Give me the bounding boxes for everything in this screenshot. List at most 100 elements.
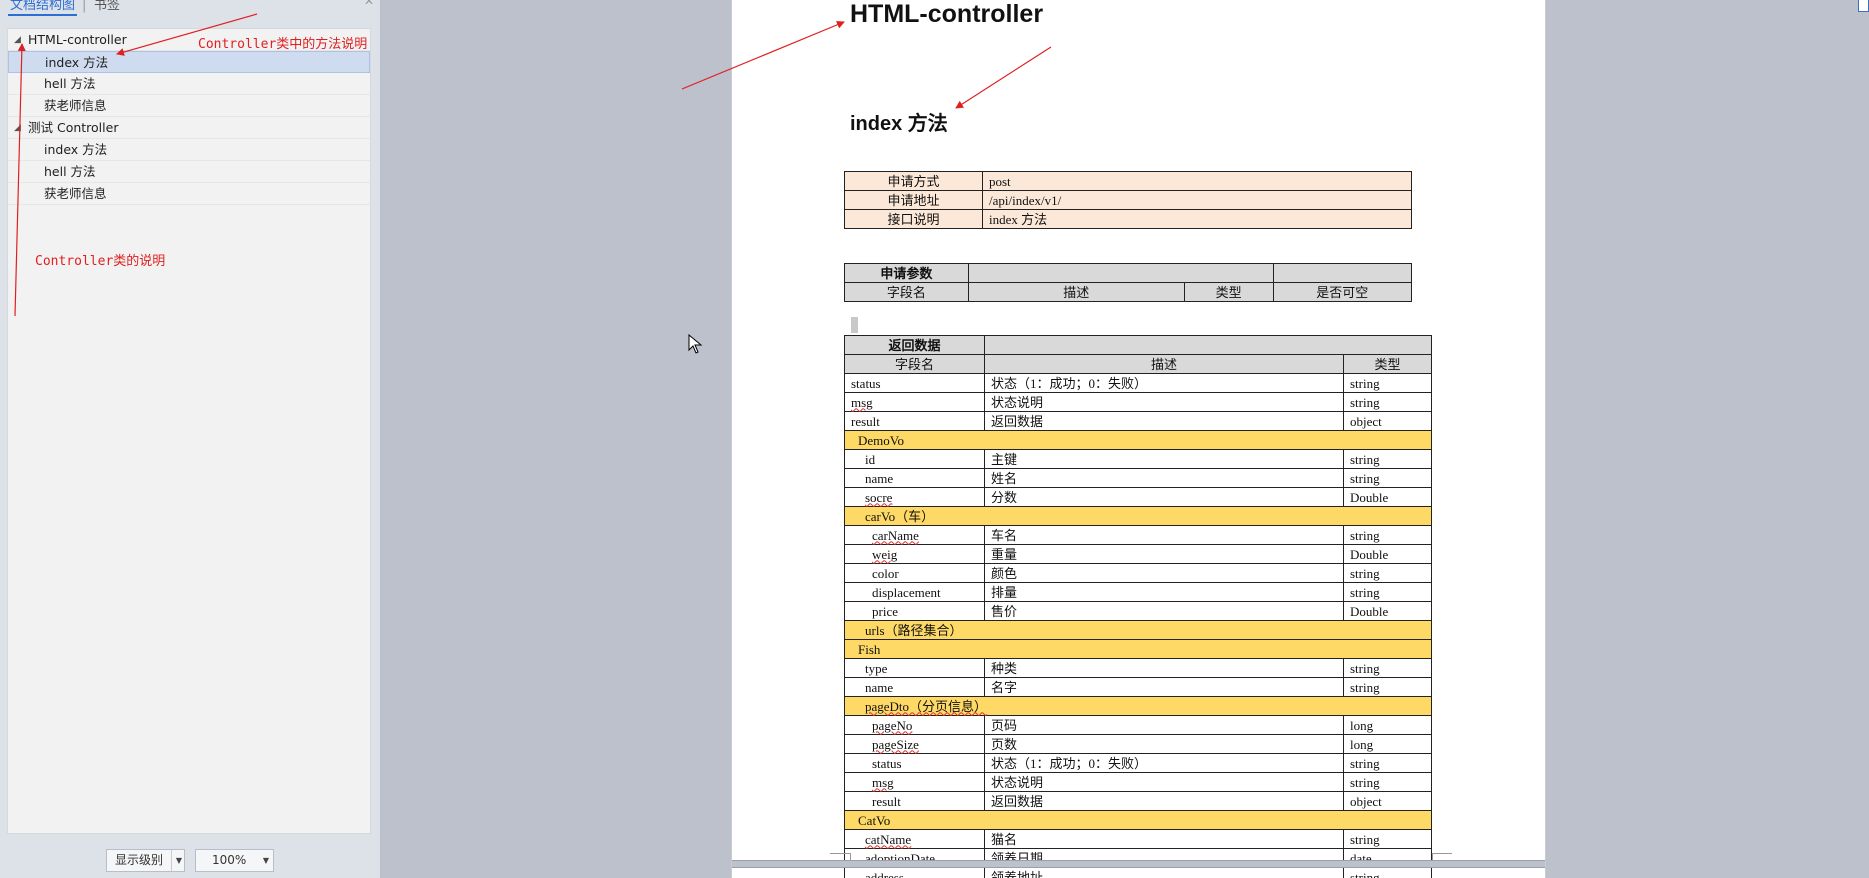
table-group-row: urls（路径集合） [844, 620, 1432, 640]
document-map-tree: ◢ HTML-controller index 方法 hell 方法 获老师信息… [7, 28, 371, 834]
field-desc: 主键 [984, 449, 1344, 469]
table-row: msg 状态说明 string [844, 392, 1432, 412]
table-cell-empty [984, 335, 1432, 355]
table-row: name 姓名 string [844, 468, 1432, 488]
table-header-row: 字段名 描述 类型 是否可空 [844, 282, 1413, 302]
field-desc: 售价 [984, 601, 1344, 621]
tree-item-label: hell 方法 [44, 164, 96, 179]
table-group-row: carVo（车） [844, 506, 1432, 526]
group-cell: urls（路径集合） [844, 620, 1432, 640]
group-cell: Fish [844, 639, 1432, 659]
field-name-cell: status [844, 373, 985, 393]
close-icon[interactable]: ✕ [364, 0, 374, 8]
tree-item-hell-method-2[interactable]: hell 方法 [8, 161, 370, 183]
field-name: pageNo [872, 717, 913, 733]
column-header: 是否可空 [1272, 282, 1413, 302]
field-name-cell: displacement [844, 582, 985, 602]
expand-triangle-icon[interactable]: ◢ [14, 29, 21, 51]
crop-mark [1432, 853, 1433, 860]
tree-item-test-controller[interactable]: ◢ 测试 Controller [8, 117, 370, 139]
field-name: msg [851, 394, 873, 410]
table-header-row: 字段名 描述 类型 [844, 354, 1432, 374]
tree-item-label: index 方法 [45, 55, 109, 70]
group-label: pageDto（分页信息） [865, 698, 988, 714]
table-cell-key: 申请方式 [844, 171, 983, 191]
field-desc: 颜色 [984, 563, 1344, 583]
field-desc: 重量 [984, 544, 1344, 564]
field-type: string [1343, 658, 1432, 678]
tab-separator: | [82, 0, 87, 13]
field-desc: 返回数据 [984, 411, 1344, 431]
field-desc: 猫名 [984, 829, 1344, 849]
field-name-cell: socre [844, 487, 985, 507]
field-name: weig [872, 546, 898, 562]
table-row: status 状态（1：成功；0：失败） string [844, 753, 1432, 773]
field-name: price [872, 603, 898, 619]
field-type: string [1343, 563, 1432, 583]
chevron-down-icon: ▼ [262, 856, 269, 865]
field-name-cell: pageSize [844, 734, 985, 754]
tree-item-index-method-2[interactable]: index 方法 [8, 139, 370, 161]
tree-item-hell-method[interactable]: hell 方法 [8, 73, 370, 95]
table-row: 接口说明 index 方法 [844, 209, 1412, 229]
field-type: long [1343, 715, 1432, 735]
field-name: result [851, 413, 880, 429]
table-title-row: 返回数据 [844, 335, 1432, 355]
tree-item-index-method[interactable]: index 方法 [8, 51, 370, 73]
tree-item-label: hell 方法 [44, 76, 96, 91]
annotation-class-note: Controller类的说明 [35, 254, 166, 269]
field-name-cell: result [844, 411, 985, 431]
zoom-dropdown[interactable]: 100% ▼ [195, 849, 274, 872]
tree-item-label: HTML-controller [28, 32, 127, 47]
field-name-cell: status [844, 753, 985, 773]
field-desc: 返回数据 [984, 791, 1344, 811]
table-row: displacement 排量 string [844, 582, 1432, 602]
field-name: address [865, 869, 904, 878]
field-desc: 名字 [984, 677, 1344, 697]
table-row: weig 重量 Double [844, 544, 1432, 564]
field-name-cell: result [844, 791, 985, 811]
scroll-handle[interactable] [1858, 0, 1869, 12]
field-name: result [872, 793, 901, 809]
table-row: color 颜色 string [844, 563, 1432, 583]
return-data-body: 返回数据 字段名 描述 类型 status 状态（1：成功；0：失败） string… [844, 335, 1432, 878]
field-name: id [865, 451, 876, 467]
request-info-table: 申请方式 post 申请地址 /api/index/v1/ 接口说明 index… [844, 171, 1412, 229]
table-title-row: 申请参数 [844, 263, 1413, 283]
column-header: 描述 [984, 354, 1344, 374]
tree-item-teacher-info[interactable]: 获老师信息 [8, 95, 370, 117]
field-desc: 状态说明 [984, 392, 1344, 412]
field-name-cell: msg [844, 772, 985, 792]
field-name: name [865, 470, 894, 486]
field-desc: 状态说明 [984, 772, 1344, 792]
display-level-dropdown[interactable]: 显示级别 ▼ [106, 849, 185, 872]
field-name: catName [865, 831, 912, 847]
tree-item-teacher-info-2[interactable]: 获老师信息 [8, 183, 370, 205]
field-type: string [1343, 772, 1432, 792]
table-group-row: Fish [844, 639, 1432, 659]
field-type: string [1343, 525, 1432, 545]
expand-triangle-icon[interactable]: ◢ [14, 117, 21, 139]
document-heading-1: HTML-controller [850, 0, 1044, 28]
table-cell-value: /api/index/v1/ [982, 190, 1412, 210]
group-cell: pageDto（分页信息） [844, 696, 1432, 716]
table-group-row: CatVo [844, 810, 1432, 830]
table-group-row: pageDto（分页信息） [844, 696, 1432, 716]
document-page: HTML-controller index 方法 申请方式 post 申请地址 … [731, 0, 1546, 878]
table-row: pageSize 页数 long [844, 734, 1432, 754]
group-cell: carVo（车） [844, 506, 1432, 526]
group-cell: CatVo [844, 810, 1432, 830]
field-name-cell: carName [844, 525, 985, 545]
field-type: string [1343, 677, 1432, 697]
field-desc: 页码 [984, 715, 1344, 735]
field-name-cell: pageNo [844, 715, 985, 735]
display-level-value: 显示级别 [115, 853, 164, 867]
field-name-cell: weig [844, 544, 985, 564]
tab-bookmarks[interactable]: 书签 [94, 0, 120, 16]
table-row: socre 分数 Double [844, 487, 1432, 507]
field-type: long [1343, 734, 1432, 754]
table-row: result 返回数据 object [844, 411, 1432, 431]
crop-mark [830, 853, 850, 854]
tab-document-map[interactable]: 文档结构图 [8, 0, 78, 16]
field-name: type [865, 660, 888, 676]
